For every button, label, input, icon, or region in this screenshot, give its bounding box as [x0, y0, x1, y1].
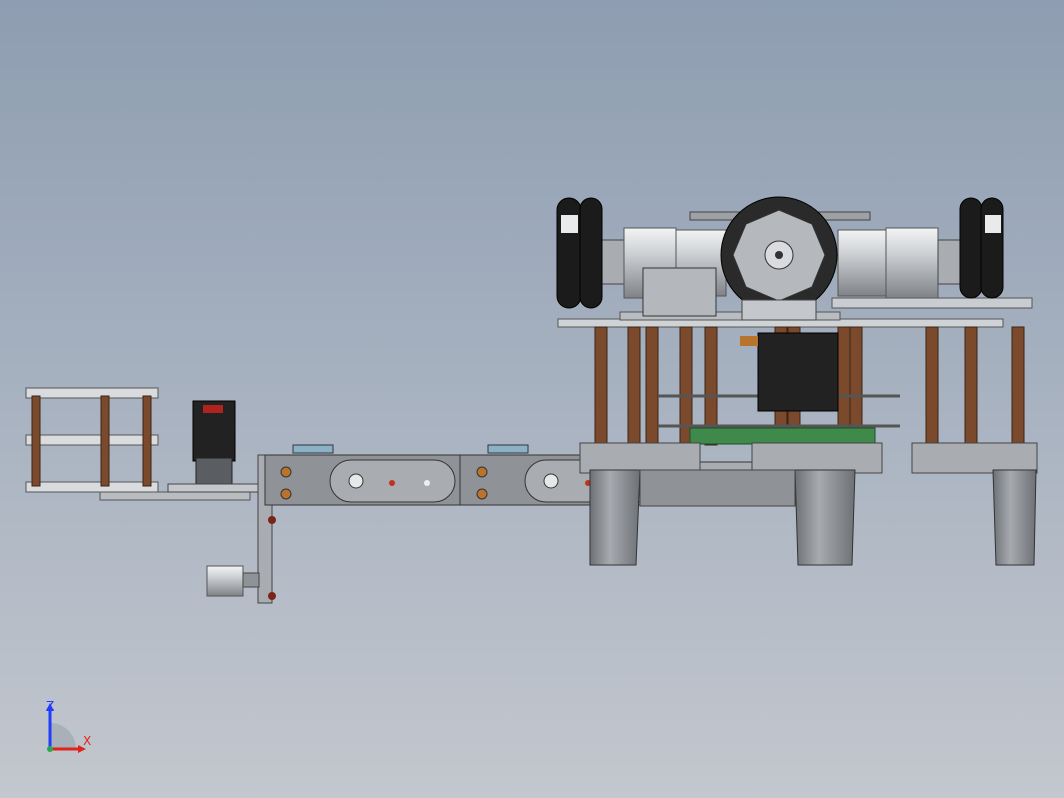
leg-3: [992, 469, 1037, 566]
x-axis-label: X: [83, 734, 92, 748]
omni-wheel-center-bolt: [775, 251, 783, 259]
gripper-rail-bottom: [25, 481, 159, 493]
arm-1-screw-1: [280, 466, 292, 478]
arm-1-nuts: [292, 444, 334, 454]
gripper-arm-plate: [99, 491, 251, 501]
wrist-bolt-2: [268, 592, 276, 600]
cad-viewport[interactable]: Z X: [0, 0, 1064, 798]
omni-wheel-mount: [741, 299, 817, 321]
base-beam: [639, 469, 796, 507]
robot-base: [557, 297, 1038, 566]
right-wheel-roller-b: [980, 197, 1004, 299]
leg-housing-3: [911, 442, 1038, 474]
robot-assembly-drawing: [25, 196, 1038, 604]
gripper-servo: [167, 400, 259, 493]
arm-1-screw-2: [280, 488, 292, 500]
omni-wheel-right: [959, 197, 1004, 299]
center-servo-tab: [740, 336, 758, 346]
omni-wheel-left: [556, 197, 603, 309]
standoff-1: [594, 326, 608, 446]
omni-wheel-center: [720, 196, 838, 321]
gripper-post-2: [100, 395, 110, 487]
leg-2: [794, 469, 856, 566]
gripper-post-3: [142, 395, 152, 487]
arm-2-nuts: [487, 444, 529, 454]
servo-label: [203, 405, 223, 413]
arm-1-pivot: [348, 473, 364, 489]
standoff-12: [1011, 326, 1025, 446]
gripper-post-1: [31, 395, 41, 487]
standoff-3: [645, 326, 659, 446]
right-wheel-hub: [985, 215, 1001, 233]
wrist-bolt-1: [268, 516, 276, 524]
left-wheel-hub: [561, 215, 578, 233]
standoff-11: [964, 326, 978, 446]
z-axis-label: Z: [46, 699, 55, 713]
right-shelf-plate: [831, 297, 1033, 309]
triad-origin: [47, 746, 53, 752]
leg-1: [589, 469, 641, 566]
right-motor-body: [885, 227, 939, 299]
arm-2-screw-2: [476, 488, 488, 500]
arm-1-pin: [389, 480, 395, 486]
left-motor-bracket: [642, 267, 717, 317]
arm-2-pivot: [543, 473, 559, 489]
wrist-coupler: [242, 572, 260, 588]
gripper-rail-top: [25, 387, 159, 399]
leg-housing-1: [579, 442, 701, 474]
right-motor-gearbox: [837, 229, 887, 297]
arm-1-hole: [424, 480, 430, 486]
right-wheel-roller-a: [959, 197, 983, 299]
center-servo: [757, 332, 839, 412]
left-wheel-roller-b: [579, 197, 603, 309]
arm-segment-1: [264, 444, 466, 506]
circuit-board: [689, 427, 876, 445]
standoff-2: [627, 326, 641, 446]
leg-housing-2: [751, 442, 883, 474]
arm-2-screw-1: [476, 466, 488, 478]
standoff-10: [925, 326, 939, 446]
wrist-motor: [206, 565, 244, 597]
servo-mount: [167, 483, 259, 493]
triad-plane: [50, 723, 76, 749]
gripper-rail-middle: [25, 434, 159, 446]
left-wheel-roller-a: [556, 197, 582, 309]
